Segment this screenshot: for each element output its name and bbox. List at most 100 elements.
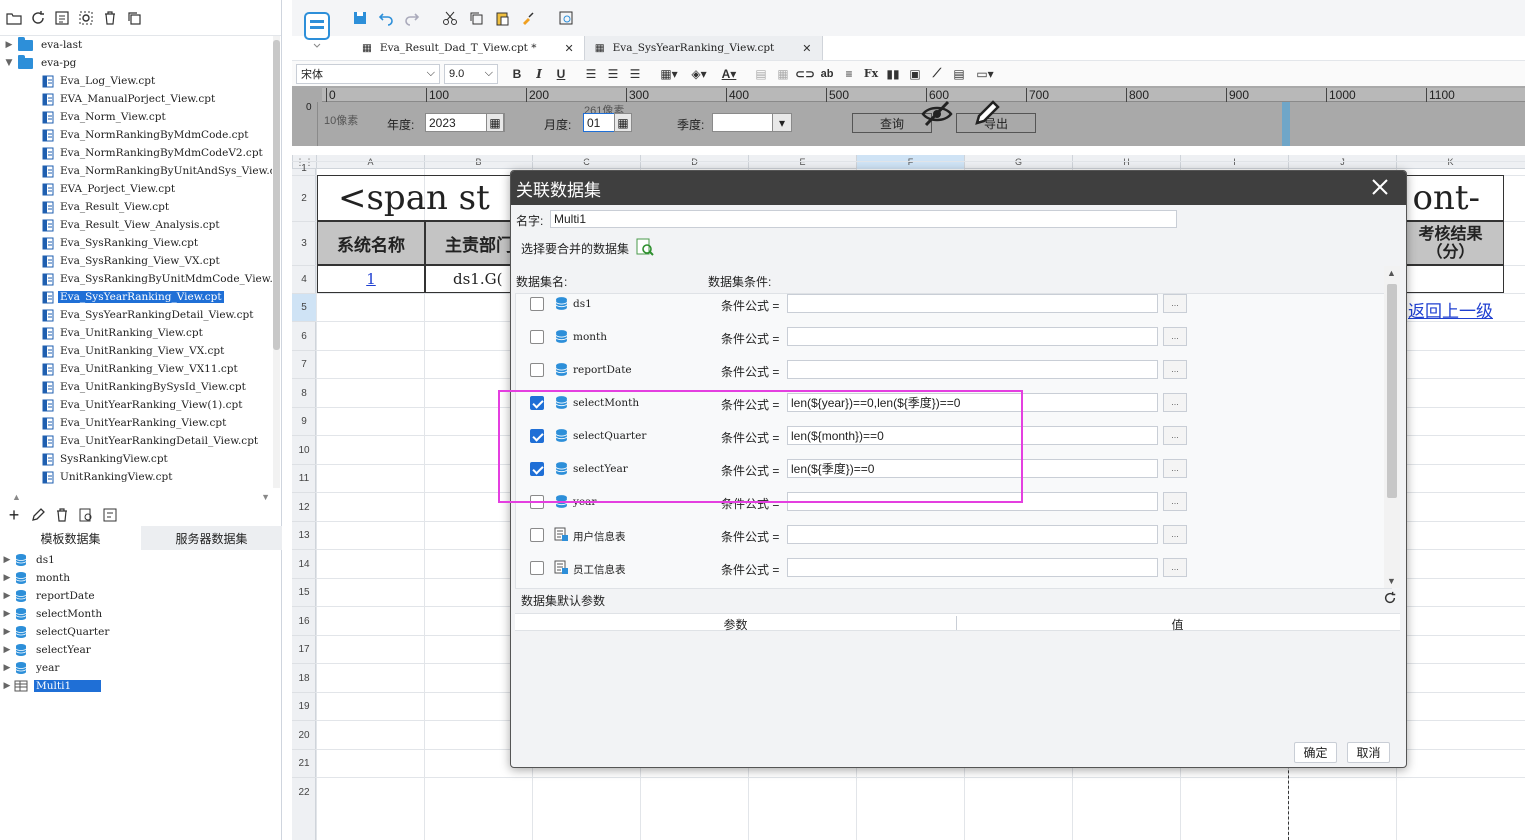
italic-icon[interactable]: I [528, 64, 550, 84]
tree-item[interactable]: Eva_UnitYearRanking_View.cpt [0, 414, 272, 432]
tree-item[interactable]: Eva_Log_View.cpt [0, 72, 272, 90]
tree-scrollbar[interactable] [273, 36, 280, 488]
header-score[interactable]: 考核结果（分） [1397, 221, 1504, 265]
dataset-item[interactable]: ▶ year [0, 659, 282, 677]
dataset-item[interactable]: ▶ selectQuarter [0, 623, 282, 641]
copy-icon[interactable] [466, 8, 486, 28]
row-header-cell[interactable]: 7 [292, 350, 316, 378]
scroll-thumb[interactable] [1387, 284, 1397, 498]
tab-eva-sysyearranking-view[interactable]: ▦ Eva_SysYearRanking_View.cpt ✕ [584, 36, 823, 60]
add-dataset-icon[interactable]: + [4, 505, 24, 525]
edit-icon[interactable] [972, 98, 1002, 128]
sub-report-icon[interactable]: ▤ [948, 64, 970, 84]
formula-editor-button[interactable]: ... [1163, 426, 1187, 445]
condition-formula-input[interactable] [787, 525, 1158, 544]
slash-icon[interactable]: ⟋ [926, 64, 948, 84]
preview-icon[interactable] [76, 505, 96, 525]
template-icon[interactable] [302, 10, 332, 48]
row-header-cell[interactable]: 13 [292, 521, 316, 549]
chevron-right-icon[interactable]: ▶ [0, 591, 14, 601]
formula-editor-button[interactable]: ... [1163, 327, 1187, 346]
row-header-cell[interactable]: 6 [292, 321, 316, 350]
dataset-item[interactable]: ▶ Multi1 [0, 677, 282, 695]
align-right-icon[interactable]: ☰ [624, 64, 646, 84]
tab-template-datasets[interactable]: 模板数据集 [0, 526, 141, 550]
column-header-cell[interactable]: J [1288, 155, 1396, 169]
dataset-item[interactable]: ▶ ds1 [0, 551, 282, 569]
condition-formula-input[interactable] [787, 294, 1158, 313]
cell-k3[interactable] [1397, 265, 1504, 293]
row-header-cell[interactable]: 18 [292, 663, 316, 692]
close-icon[interactable]: ✕ [565, 42, 574, 55]
column-header-cell[interactable]: A [316, 155, 424, 169]
insert-hyperlink-icon[interactable]: ⊂⊃ [794, 64, 816, 84]
cell-a3[interactable]: 1 [317, 265, 425, 293]
more-icon[interactable]: ▭▾ [970, 64, 1000, 84]
chevron-right-icon[interactable]: ▶ [0, 609, 14, 619]
tree-item[interactable]: Eva_NormRankingByMdmCodeV2.cpt [0, 144, 272, 162]
row-header-cell[interactable]: 5 [292, 293, 316, 321]
dataset-settings-icon[interactable] [100, 505, 120, 525]
row-header-cell[interactable]: 16 [292, 606, 316, 635]
formula-editor-button[interactable]: ... [1163, 360, 1187, 379]
underline-icon[interactable]: U [550, 64, 572, 84]
tree-item[interactable]: Eva_SysRanking_View.cpt [0, 234, 272, 252]
calendar-icon[interactable]: ▦ [486, 113, 504, 132]
redo-icon[interactable] [402, 8, 422, 28]
dropdown-icon[interactable]: ▾ [772, 113, 792, 132]
row-header-cell[interactable]: 17 [292, 635, 316, 663]
paragraph-icon[interactable]: ≡ [838, 64, 860, 84]
formula-editor-button[interactable]: ... [1163, 294, 1187, 313]
dataset-item[interactable]: ▶ month [0, 569, 282, 587]
header-system-name[interactable]: 系统名称 [317, 221, 425, 265]
delete-dataset-icon[interactable] [52, 505, 72, 525]
condition-formula-input[interactable] [787, 558, 1158, 577]
column-header-cell[interactable]: I [1180, 155, 1288, 169]
column-header-cell[interactable]: B [424, 155, 532, 169]
formula-editor-button[interactable]: ... [1163, 393, 1187, 412]
font-color-icon[interactable]: A▾ [714, 64, 744, 84]
tree-item[interactable]: Eva_SysRanking_View_VX.cpt [0, 252, 272, 270]
settings-icon[interactable] [76, 8, 96, 28]
tree-item[interactable]: Eva_UnitRanking_View.cpt [0, 324, 272, 342]
cut-icon[interactable] [440, 8, 460, 28]
chevron-right-icon[interactable]: ▶ [0, 681, 14, 691]
tree-item[interactable]: Eva_Result_View.cpt [0, 198, 272, 216]
paste-icon[interactable] [492, 8, 512, 28]
chart-icon[interactable]: ▮▮ [882, 64, 904, 84]
panel-splitter[interactable]: ▲ ▼ [0, 490, 282, 504]
chevron-right-icon[interactable]: ▶ [0, 627, 14, 637]
dataset-item[interactable]: ▶ selectYear [0, 641, 282, 659]
tree-item[interactable]: Eva_SysYearRankingDetail_View.cpt [0, 306, 272, 324]
font-size-select[interactable]: 9.0 ⌵ [444, 63, 498, 84]
column-header-cell[interactable]: D [640, 155, 748, 169]
chevron-right-icon[interactable]: ▶ [0, 663, 14, 673]
fill-color-icon[interactable]: ◈▾ [684, 64, 714, 84]
column-header-cell[interactable]: G [964, 155, 1072, 169]
column-header-cell[interactable]: K [1396, 155, 1504, 169]
border-icon[interactable]: ▦▾ [654, 64, 684, 84]
align-left-icon[interactable]: ☰ [580, 64, 602, 84]
close-icon[interactable] [1370, 177, 1390, 197]
row-header-cell[interactable]: 15 [292, 578, 316, 606]
tree-item[interactable]: Eva_UnitRankingBySysId_View.cpt [0, 378, 272, 396]
row-header-cell[interactable]: 3 [292, 221, 316, 265]
tree-item[interactable]: Eva_UnitRanking_View_VX.cpt [0, 342, 272, 360]
tree-item[interactable]: UnitRankingView.cpt [0, 468, 272, 486]
tree-item[interactable]: Eva_NormRankingByMdmCode.cpt [0, 126, 272, 144]
calendar-icon[interactable]: ▦ [614, 113, 632, 132]
tree-item[interactable]: Eva_UnitYearRanking_View(1).cpt [0, 396, 272, 414]
row-header-cell[interactable]: 22 [292, 777, 316, 806]
copy-icon[interactable] [124, 8, 144, 28]
tree-item[interactable]: Eva_UnitRanking_View_VX11.cpt [0, 360, 272, 378]
dataset-checkbox[interactable] [530, 363, 544, 377]
row-header-cell[interactable]: 14 [292, 549, 316, 578]
tree-item[interactable]: Eva_NormRankingByUnitAndSys_View.cpt [0, 162, 272, 180]
formula-editor-button[interactable]: ... [1163, 459, 1187, 478]
dataset-checkbox[interactable] [530, 330, 544, 344]
tree-item[interactable]: ▶ eva-last [0, 36, 272, 54]
tab-eva-result-dad-t-view[interactable]: ▦ Eva_Result_Dad_T_View.cpt * ✕ [352, 36, 585, 60]
file-info-icon[interactable] [52, 8, 72, 28]
refresh-icon[interactable] [1383, 591, 1397, 605]
preview-icon[interactable] [556, 8, 576, 28]
